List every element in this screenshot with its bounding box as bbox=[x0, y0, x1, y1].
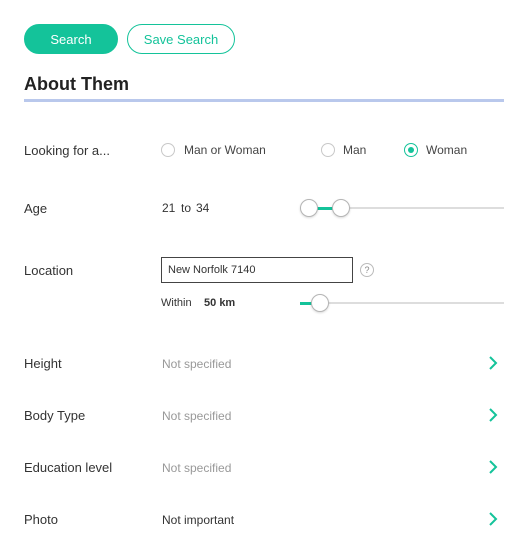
chevron-right-icon[interactable] bbox=[488, 460, 498, 474]
chevron-right-icon[interactable] bbox=[488, 408, 498, 422]
location-input[interactable] bbox=[161, 257, 353, 283]
distance-thumb[interactable] bbox=[311, 294, 329, 312]
age-min-thumb[interactable] bbox=[300, 199, 318, 217]
age-to: to bbox=[181, 201, 192, 215]
section-title: About Them bbox=[24, 74, 129, 94]
radio-option-woman[interactable]: Woman bbox=[404, 143, 467, 157]
height-label: Height bbox=[24, 356, 62, 371]
photo-value: Not important bbox=[162, 513, 235, 527]
location-label: Location bbox=[24, 263, 74, 278]
save-search-button[interactable]: Save Search bbox=[127, 24, 235, 54]
radio-label: Man bbox=[343, 143, 367, 157]
education-level-value: Not specified bbox=[162, 461, 232, 475]
radio-man-or-woman[interactable] bbox=[161, 143, 175, 157]
age-label: Age bbox=[24, 201, 48, 216]
age-min: 21 bbox=[162, 201, 176, 215]
help-icon[interactable]: ? bbox=[360, 263, 374, 277]
radio-option-man[interactable]: Man bbox=[321, 143, 366, 157]
distance-value: 50 km bbox=[204, 297, 235, 309]
education-level-label: Education level bbox=[24, 460, 113, 475]
radio-man[interactable] bbox=[321, 143, 335, 157]
radio-label: Woman bbox=[426, 143, 468, 157]
chevron-right-icon[interactable] bbox=[488, 356, 498, 370]
radio-option-man-or-woman[interactable]: Man or Woman bbox=[161, 143, 266, 157]
height-value: Not specified bbox=[162, 357, 232, 371]
age-max: 34 bbox=[196, 201, 210, 215]
distance-slider-track[interactable] bbox=[300, 302, 504, 304]
search-button[interactable]: Search bbox=[24, 24, 118, 54]
radio-woman[interactable] bbox=[404, 143, 418, 157]
within-label: Within bbox=[161, 297, 192, 309]
photo-label: Photo bbox=[24, 512, 58, 527]
section-divider bbox=[24, 99, 504, 102]
distance-number: 50 bbox=[204, 297, 217, 309]
age-max-thumb[interactable] bbox=[332, 199, 350, 217]
chevron-right-icon[interactable] bbox=[488, 512, 498, 526]
distance-unit: km bbox=[219, 297, 236, 309]
body-type-label: Body Type bbox=[24, 408, 86, 423]
looking-for-label: Looking for a... bbox=[24, 143, 110, 158]
body-type-value: Not specified bbox=[162, 409, 232, 423]
radio-label: Man or Woman bbox=[184, 143, 266, 157]
